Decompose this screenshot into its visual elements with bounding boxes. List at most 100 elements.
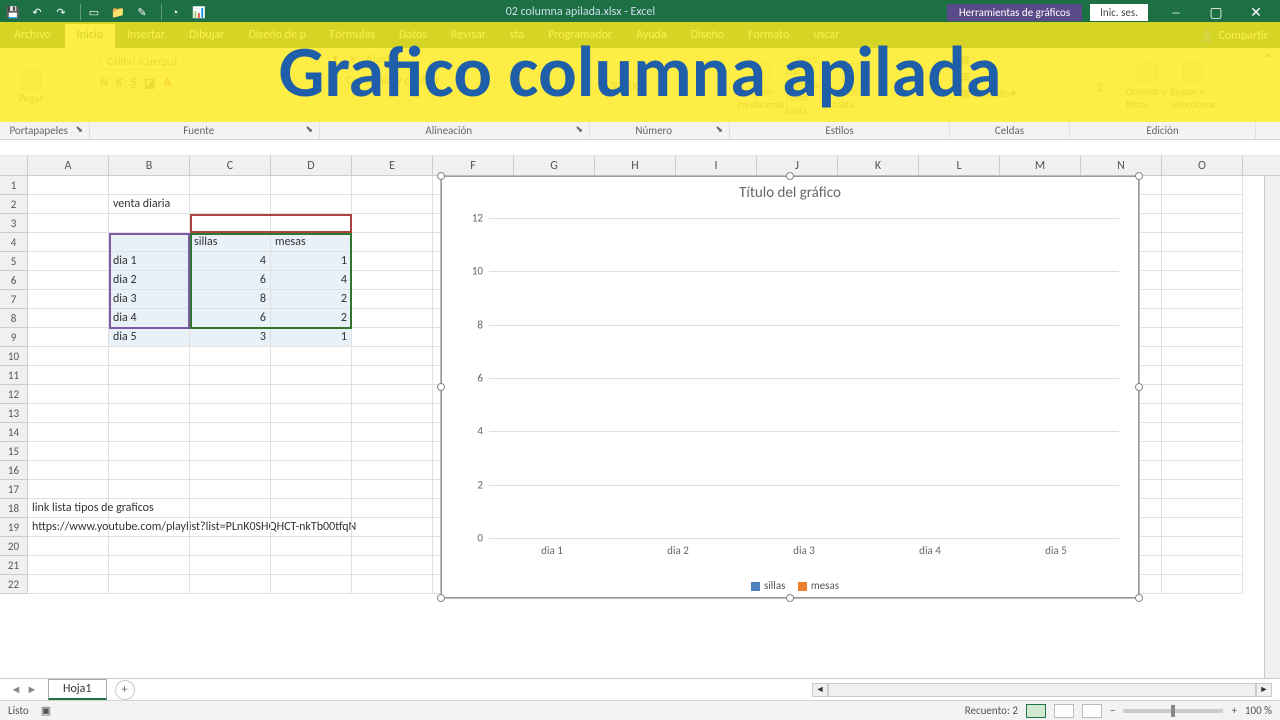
cell[interactable] [271,537,352,556]
cell[interactable] [271,442,352,461]
format-table-button[interactable]: Dar formato como tabla [786,57,828,117]
cell[interactable] [109,499,190,518]
cell[interactable] [352,461,433,480]
cell[interactable] [1162,290,1243,309]
collapse-ribbon-icon[interactable]: ˄ [1256,48,1280,139]
cell[interactable] [109,556,190,575]
cell[interactable] [190,518,271,537]
cell[interactable] [109,385,190,404]
cell[interactable] [1162,328,1243,347]
cell[interactable]: 3 [190,328,271,347]
cell[interactable] [190,537,271,556]
redo-icon[interactable]: ↷ [52,3,70,21]
cell[interactable] [352,575,433,594]
cell[interactable] [352,385,433,404]
save-icon[interactable]: 💾 [4,3,22,21]
cell[interactable] [109,461,190,480]
cell[interactable] [271,499,352,518]
cell[interactable] [271,385,352,404]
cell[interactable] [352,366,433,385]
cell[interactable] [271,480,352,499]
cell[interactable] [190,347,271,366]
cell[interactable] [352,518,433,537]
dialog-launcher-icon[interactable]: ⬊ [575,124,583,135]
cell[interactable] [190,195,271,214]
cell[interactable] [1162,404,1243,423]
tab-vista[interactable]: sta [498,24,536,48]
cell[interactable] [109,575,190,594]
row-header[interactable]: 18 [0,499,28,518]
dialog-launcher-icon[interactable]: ⬊ [305,124,313,135]
col-header[interactable]: K [838,156,919,175]
paste-button[interactable]: Pegar [10,57,52,117]
scroll-right-icon[interactable]: ► [1256,683,1272,697]
row-header[interactable]: 13 [0,404,28,423]
cell[interactable] [352,214,433,233]
cell[interactable] [1162,195,1243,214]
row-header[interactable]: 14 [0,423,28,442]
col-header[interactable]: G [514,156,595,175]
cell[interactable] [352,309,433,328]
cell[interactable] [190,404,271,423]
cell[interactable] [352,442,433,461]
col-header[interactable]: L [919,156,1000,175]
cell[interactable] [1162,423,1243,442]
col-header[interactable]: A [28,156,109,175]
col-header[interactable]: I [676,156,757,175]
sign-in-button[interactable]: Inic. ses. [1090,4,1148,21]
cell[interactable] [28,233,109,252]
chart-title[interactable]: Título del gráfico [441,184,1139,202]
cell[interactable] [28,271,109,290]
cell[interactable] [28,442,109,461]
col-header[interactable]: O [1162,156,1243,175]
zoom-in-icon[interactable]: + [1231,704,1236,717]
column-headers[interactable]: ABCDEFGHIJKLMNO [28,156,1280,176]
cell[interactable] [190,366,271,385]
row-header[interactable]: 20 [0,537,28,556]
cell[interactable] [352,347,433,366]
tab-inicio[interactable]: Inicio [65,24,115,48]
cell[interactable] [352,328,433,347]
cell[interactable] [28,176,109,195]
cell[interactable] [28,328,109,347]
cell[interactable] [271,575,352,594]
cell[interactable] [109,518,190,537]
cell[interactable] [190,480,271,499]
qat-brush-icon[interactable]: ✎ [133,3,151,21]
cell[interactable] [28,461,109,480]
format-cells-button[interactable]: ▦ Formato▾ [960,87,1016,100]
font-name[interactable]: Calibri (Cuerpo) [100,53,184,70]
row-header[interactable]: 16 [0,461,28,480]
cell[interactable]: link lista tipos de graficos [28,499,109,518]
cell[interactable] [1162,233,1243,252]
tab-buscar[interactable]: uscar [801,24,851,48]
cell[interactable] [1162,537,1243,556]
row-header[interactable]: 7 [0,290,28,309]
cell[interactable]: 1 [271,328,352,347]
cell[interactable] [1162,480,1243,499]
font-color-icon[interactable]: A [163,76,170,91]
dialog-launcher-icon[interactable]: ⬊ [75,124,83,135]
cell[interactable] [1162,518,1243,537]
vertical-scrollbar[interactable] [1264,176,1280,678]
cell[interactable] [352,537,433,556]
col-header[interactable]: B [109,156,190,175]
view-normal-button[interactable] [1026,704,1046,718]
sheet-nav-prev-icon[interactable]: ◄ [8,683,24,696]
maximize-button[interactable]: ▢ [1196,0,1236,24]
cell[interactable] [1162,499,1243,518]
align-middle-icon[interactable]: ≡ [350,53,356,68]
col-header[interactable]: E [352,156,433,175]
cell[interactable] [352,556,433,575]
tab-ayuda[interactable]: Ayuda [624,24,679,48]
merge-center-button[interactable]: Combinar y centrar [346,74,440,88]
wrap-text-button[interactable]: Ajustar [366,53,400,68]
cell[interactable] [109,537,190,556]
col-header[interactable]: D [271,156,352,175]
qat-new-icon[interactable]: ▭ [85,3,103,21]
autosum-button[interactable]: Σ [1080,57,1122,117]
row-header[interactable]: 21 [0,556,28,575]
worksheet[interactable]: ABCDEFGHIJKLMNO 12venta diaria34sillasme… [0,156,1280,678]
cell[interactable] [109,404,190,423]
row-header[interactable]: 22 [0,575,28,594]
